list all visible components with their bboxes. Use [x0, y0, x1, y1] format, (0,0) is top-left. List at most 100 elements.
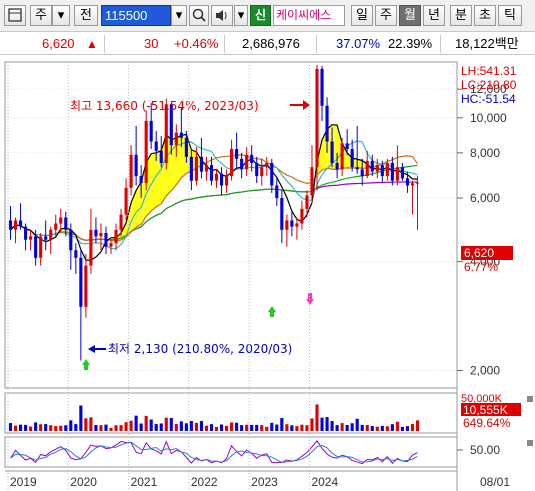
candle-body: [104, 233, 108, 247]
volume-bar: [410, 424, 415, 431]
candle-body: [214, 173, 219, 181]
stock-code-input[interactable]: 115500: [101, 5, 171, 26]
volume-bar: [54, 426, 58, 431]
volume-bar: [300, 424, 304, 431]
candle-body: [365, 160, 369, 177]
volume-bar: [24, 424, 28, 431]
candle-body: [370, 160, 374, 172]
new-badge-button[interactable]: 신: [250, 5, 271, 26]
volume-bar: [174, 424, 178, 431]
search-icon[interactable]: [189, 5, 209, 26]
volume-bar: [219, 424, 224, 431]
candle-body: [315, 68, 319, 168]
candle-body: [415, 182, 420, 184]
candle-body: [410, 183, 415, 186]
candle-body: [395, 167, 399, 181]
candle-body: [149, 120, 153, 142]
candle-body: [34, 236, 38, 258]
speaker-dropdown-icon[interactable]: ▾: [234, 5, 248, 26]
stock-chart[interactable]: 12,000 10,000 8,000 6,000 4,000 2,000 LH:541.…: [0, 57, 535, 491]
candle-body: [310, 167, 314, 196]
volume-bar: [204, 425, 209, 431]
volume-bar: [209, 424, 214, 431]
panel-close-icon[interactable]: [527, 396, 533, 402]
candle-body: [109, 243, 113, 247]
volume-bar: [355, 418, 359, 431]
candle-body: [89, 229, 93, 266]
candle-body: [390, 162, 394, 181]
period-second-tab[interactable]: 초: [474, 5, 496, 26]
volume-bar: [129, 420, 133, 431]
price-tick-label: 10,000: [470, 111, 507, 125]
x-tick-label: 2021: [131, 475, 158, 489]
candle-body: [159, 150, 163, 163]
volume-bar: [194, 422, 198, 431]
quote-bar: 6,620 ▲ 30 +0.46% 2,686,976 37.07% 22.39…: [0, 33, 535, 55]
candle-body: [285, 220, 289, 230]
market-dropdown-icon[interactable]: ▾: [52, 5, 70, 26]
volume-bar: [270, 422, 274, 431]
period-day-tab[interactable]: 일: [351, 5, 373, 26]
speaker-icon[interactable]: [211, 5, 233, 26]
market-button[interactable]: 주: [30, 5, 52, 26]
candle-body: [290, 220, 294, 227]
price-tag-pct: 6.77%: [464, 260, 498, 274]
divider: [224, 35, 225, 53]
period-week-tab[interactable]: 주: [375, 5, 397, 26]
period-year-tab[interactable]: 년: [423, 5, 445, 26]
volume-bar: [184, 423, 188, 431]
period-minute-tab[interactable]: 분: [450, 5, 472, 26]
panel-close-icon[interactable]: [527, 440, 533, 446]
period-month-tab[interactable]: 월: [399, 5, 421, 26]
ratio-1: 37.07%: [336, 36, 381, 51]
volume-bar: [13, 425, 18, 431]
volume-bar: [109, 427, 113, 431]
candle-body: [405, 178, 409, 186]
volume-bar: [285, 424, 289, 431]
volume-bar: [84, 418, 88, 431]
volume-ratio-label: 649.64%: [463, 416, 511, 430]
candle-body: [400, 167, 404, 179]
period-tick-tab[interactable]: 틱: [498, 5, 522, 26]
volume-bar: [290, 425, 294, 431]
volume-bar: [240, 425, 244, 431]
candle-body: [350, 148, 354, 168]
candle-body: [230, 148, 234, 177]
candle-body: [64, 217, 68, 230]
volume-bar: [370, 426, 374, 431]
chart-window-icon[interactable]: [4, 5, 26, 26]
price-tick-label: 8,000: [470, 146, 500, 160]
candle-body: [69, 229, 73, 251]
volume-bar: [134, 415, 138, 431]
candle-body: [154, 141, 158, 151]
candle-body: [345, 143, 349, 149]
volume-bar: [124, 422, 128, 431]
ratio-2: 22.39%: [388, 36, 433, 51]
candle-body: [355, 167, 359, 170]
stock-name-field[interactable]: 케이씨에스: [273, 5, 345, 26]
x-tick-label: 2024: [311, 475, 338, 489]
candle-body: [204, 165, 209, 172]
price-tag-value: 6,620: [464, 246, 494, 260]
candle-body: [194, 156, 198, 181]
volume-bar: [89, 417, 93, 431]
candle-body: [13, 220, 18, 230]
info-lc: LC:210.80: [461, 78, 517, 92]
jeon-button[interactable]: 전: [74, 5, 98, 26]
volume-bar: [154, 424, 158, 431]
chart-canvas[interactable]: 12,00010,0008,0006,0004,0002,000 LH:541.…: [0, 57, 535, 491]
candle-body: [275, 185, 279, 199]
candle-body: [129, 154, 133, 188]
volume-bar: [169, 417, 173, 431]
x-date-label: 08/01: [480, 475, 510, 489]
volume-bar: [350, 423, 354, 431]
change-value: 30: [144, 36, 159, 51]
candle-body: [330, 141, 334, 163]
candle-body: [124, 187, 128, 215]
volume-bar: [360, 424, 364, 431]
volume-bar: [179, 421, 183, 431]
volume-bar: [164, 417, 168, 431]
candle-body: [260, 167, 264, 177]
code-dropdown-icon[interactable]: ▾: [171, 5, 187, 26]
candle-body: [225, 176, 229, 186]
